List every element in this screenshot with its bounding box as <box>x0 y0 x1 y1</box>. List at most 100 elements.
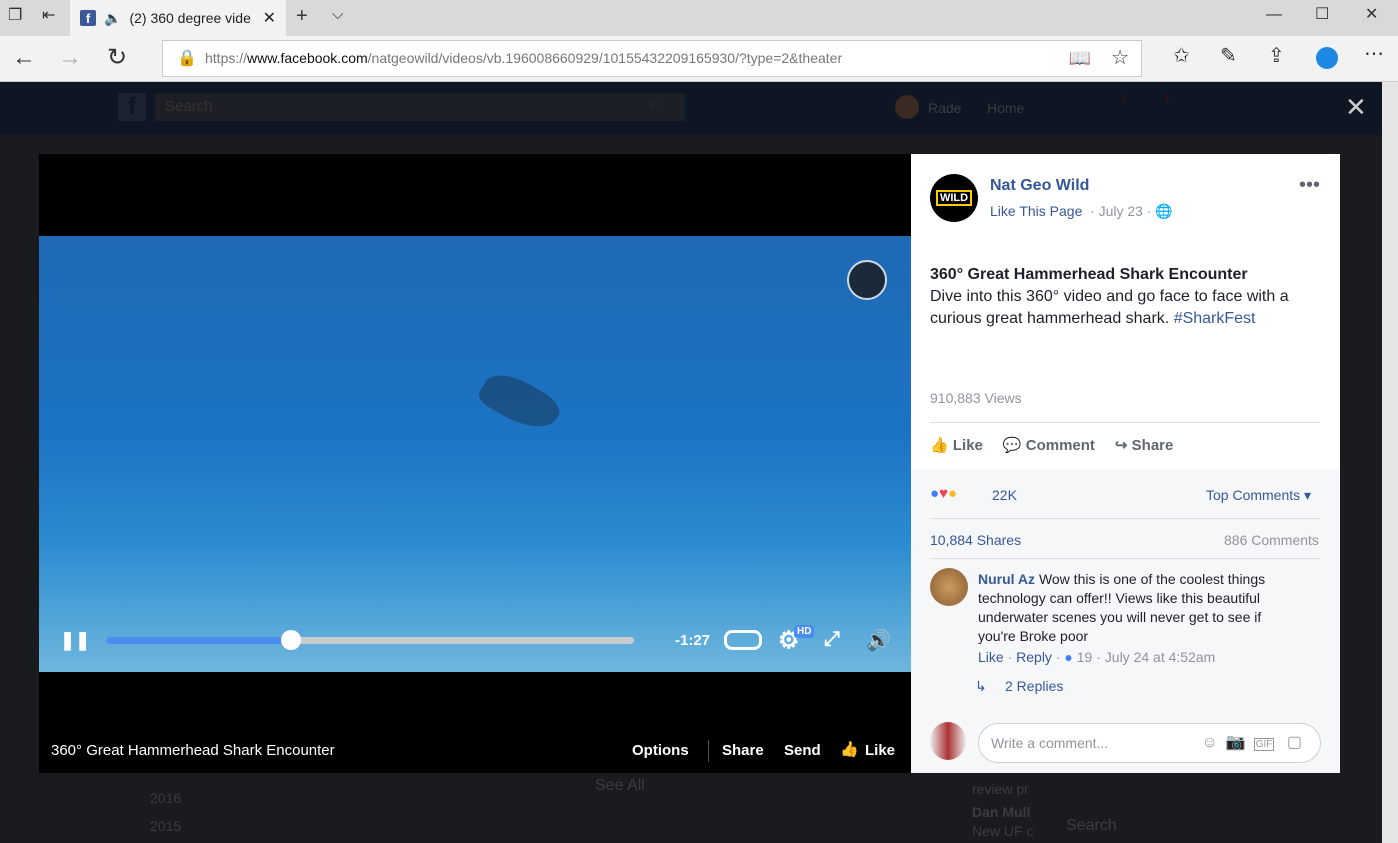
user-name-link[interactable]: Rade <box>928 100 961 116</box>
favorite-star-icon[interactable]: ☆ <box>1111 41 1129 76</box>
top-comments-dropdown[interactable]: Top Comments ▾ <box>1206 487 1311 504</box>
url-path: /natgeowild/videos/vb.196008660929/10155… <box>367 50 843 66</box>
shares-link[interactable]: 10,884 Shares <box>930 532 1021 548</box>
close-tab-icon[interactable]: ✕ <box>263 8 276 28</box>
year-2015: 2015 <box>150 818 182 834</box>
share-action-button[interactable]: ↪ Share <box>1115 436 1173 454</box>
progress-handle[interactable] <box>280 630 301 650</box>
comment-author-link[interactable]: Nurul Az <box>978 571 1035 587</box>
video-like-button[interactable]: Like <box>865 742 895 759</box>
sticker-icon[interactable]: ▢ <box>1287 734 1310 751</box>
comment-body: Nurul Az Wow this is one of the coolest … <box>978 570 1298 646</box>
video-title: 360° Great Hammerhead Shark Encounter <box>51 742 335 759</box>
chat-search: Search <box>1066 817 1117 834</box>
post-title: 360° Great Hammerhead Shark Encounter <box>930 266 1248 283</box>
url-domain: www.facebook.com <box>247 50 368 66</box>
reaction-count[interactable]: 22K <box>992 487 1017 503</box>
url-field[interactable]: 🔒 https://www.facebook.com/natgeowild/vi… <box>162 40 1142 77</box>
audio-icon[interactable]: 🔈 <box>104 10 121 27</box>
like-page-link[interactable]: Like This Page <box>990 203 1082 219</box>
current-user-avatar <box>930 722 966 760</box>
share-icon[interactable]: ⇪ <box>1268 46 1285 66</box>
video-frame[interactable] <box>39 236 911 672</box>
gif-icon[interactable]: GIF <box>1253 738 1275 751</box>
thumbs-up-icon: 👍 <box>930 437 949 454</box>
back-icon[interactable]: ← <box>12 46 36 70</box>
home-link[interactable]: Home <box>987 100 1024 116</box>
comments-count[interactable]: 886 Comments <box>1224 532 1319 548</box>
web-note-icon[interactable]: ✎ <box>1220 46 1237 66</box>
reaction-icons[interactable]: ●♥● <box>930 485 957 502</box>
view-count: 910,883 Views <box>930 390 1022 406</box>
vr-headset-icon[interactable] <box>724 630 762 650</box>
comment-placeholder: Write a comment... <box>991 735 1109 751</box>
natgeo-logo: WILD <box>935 190 973 206</box>
like-badge-icon: ● <box>1064 649 1073 665</box>
minimize-icon[interactable]: — <box>1266 7 1282 23</box>
favorites-hub-icon[interactable]: ✩ <box>1173 46 1190 66</box>
page-name-link[interactable]: Nat Geo Wild <box>990 177 1089 195</box>
comment-action-button[interactable]: 💬 Comment <box>1003 436 1095 454</box>
like-action-button[interactable]: 👍 Like <box>930 436 983 454</box>
tab-list-chevron-icon[interactable]: ⌵ <box>332 7 343 22</box>
see-all-link: See All <box>595 777 645 794</box>
bg-snippet: New UF c <box>972 823 1034 839</box>
refresh-icon[interactable]: ↻ <box>107 46 127 70</box>
volume-icon[interactable]: 🔊 <box>866 628 891 653</box>
comment-time[interactable]: July 24 at 4:52am <box>1105 649 1216 665</box>
new-tab-icon[interactable]: + <box>296 6 308 26</box>
close-theater-icon[interactable]: ✕ <box>1345 92 1367 123</box>
share-arrow-icon: ↪ <box>1114 437 1128 454</box>
facebook-logo-icon[interactable]: f <box>118 93 146 121</box>
search-icon[interactable]: ⌕ <box>650 96 659 114</box>
url-prefix: https:// <box>205 50 248 66</box>
time-remaining: -1:27 <box>675 632 711 649</box>
pause-icon[interactable]: ❚❚ <box>60 630 90 651</box>
facebook-favicon-icon: f <box>80 10 96 26</box>
send-button[interactable]: Send <box>784 742 821 759</box>
set-aside-tabs-icon[interactable]: ⇤ <box>42 8 55 24</box>
hashtag-link[interactable]: #SharkFest <box>1174 310 1256 327</box>
view-replies-link[interactable]: 2 Replies <box>1005 678 1063 694</box>
extension-icon[interactable] <box>1316 47 1338 69</box>
reply-arrow-icon: ↳ <box>975 678 987 694</box>
fb-search-input[interactable]: Search <box>155 93 685 121</box>
year-2016: 2016 <box>150 790 182 806</box>
user-avatar[interactable] <box>895 95 919 119</box>
commenter-avatar[interactable] <box>930 568 968 606</box>
post-menu-icon[interactable]: ••• <box>1299 174 1320 197</box>
close-window-icon[interactable]: ✕ <box>1365 7 1378 23</box>
reading-view-icon[interactable]: 📖 <box>1069 41 1091 76</box>
lock-icon: 🔒 <box>177 50 197 67</box>
video-share-button[interactable]: Share <box>722 742 764 759</box>
post-date[interactable]: July 23 <box>1099 203 1143 219</box>
messages-badge: 1 <box>1121 93 1127 103</box>
emoji-icon[interactable]: ☺ <box>1201 734 1225 751</box>
notifications-badge: 1 <box>1165 93 1171 103</box>
more-icon[interactable]: ⋯ <box>1364 44 1384 64</box>
comment-like-link[interactable]: Like <box>978 649 1004 665</box>
hd-badge: HD <box>794 625 815 638</box>
maximize-icon[interactable]: ☐ <box>1315 7 1329 23</box>
search-placeholder: Search <box>165 98 213 115</box>
tab-title: (2) 360 degree vide <box>129 10 251 26</box>
divider <box>708 740 709 762</box>
scrollbar[interactable] <box>1382 82 1398 843</box>
camera-icon[interactable]: 📷 <box>1226 734 1254 751</box>
tab-preview-icon[interactable]: ❐ <box>8 8 22 24</box>
fullscreen-icon[interactable]: ⤢ <box>824 628 840 651</box>
bg-snippet: review pr <box>972 781 1029 797</box>
progress-fill <box>106 637 291 644</box>
thumbs-up-icon: 👍 <box>840 741 859 758</box>
comment-input[interactable]: Write a comment... ☺📷 GIF ▢ <box>978 723 1321 763</box>
comment-bubble-icon: 💬 <box>1002 437 1022 454</box>
tab-active[interactable]: f 🔈 (2) 360 degree vide ✕ <box>70 0 286 36</box>
comment-reply-link[interactable]: Reply <box>1016 649 1052 665</box>
bg-snippet: Dan Mull <box>972 804 1031 820</box>
post-text: 360° Great Hammerhead Shark Encounter Di… <box>930 264 1325 330</box>
360-compass-icon[interactable] <box>847 260 887 300</box>
options-button[interactable]: Options <box>632 742 689 759</box>
page-avatar[interactable]: WILD <box>930 174 978 222</box>
forward-icon[interactable]: → <box>58 46 82 70</box>
globe-icon: 🌐 <box>1155 203 1173 219</box>
